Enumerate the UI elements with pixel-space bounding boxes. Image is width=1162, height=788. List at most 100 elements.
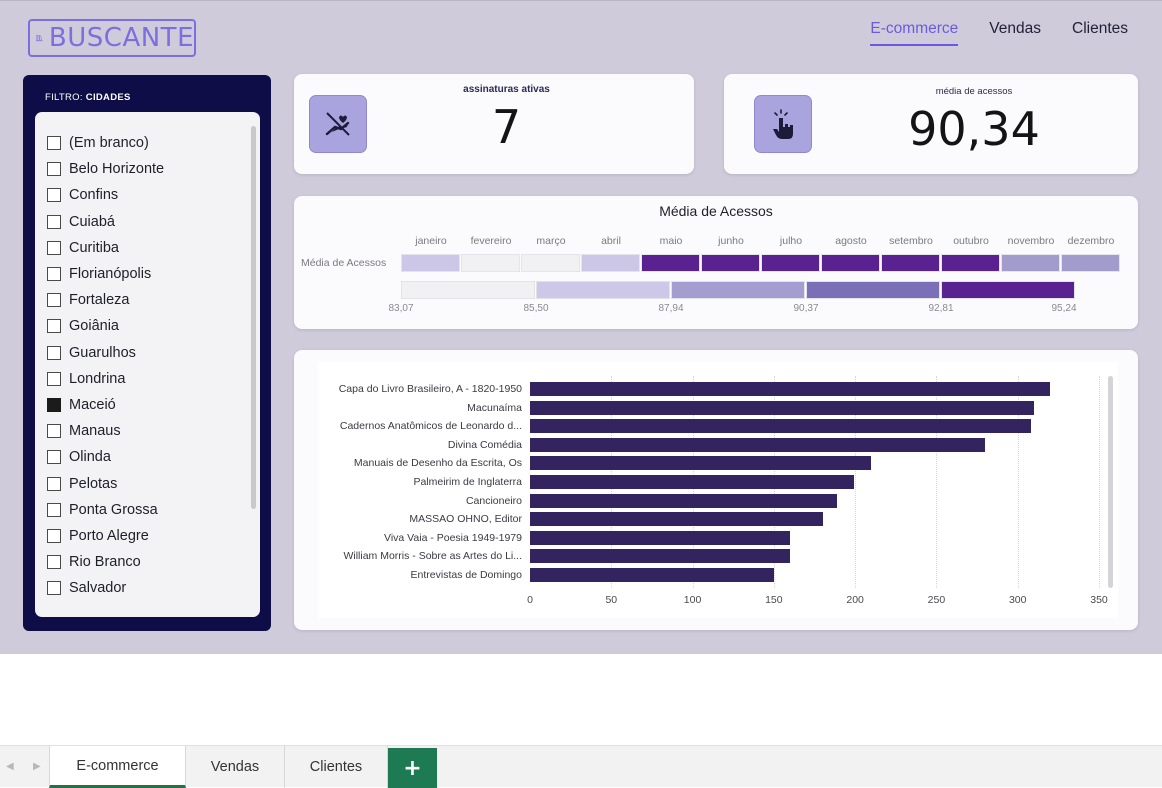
nav-vendas[interactable]: Vendas: [989, 20, 1041, 46]
filter-scrollbar[interactable]: [251, 126, 256, 509]
filter-item[interactable]: Ponta Grossa: [47, 497, 260, 523]
heatmap-month-label: fevereiro: [470, 235, 512, 247]
x-axis-tick-label: 150: [765, 594, 783, 606]
heatmap-month-label: agosto: [835, 235, 867, 247]
heatmap-month-label: janeiro: [415, 235, 447, 247]
nav-clientes[interactable]: Clientes: [1072, 20, 1128, 46]
add-sheet-button[interactable]: +: [388, 748, 437, 788]
heatmap-cell[interactable]: [581, 254, 640, 272]
bar[interactable]: [530, 549, 791, 564]
heatmap-cell[interactable]: [521, 254, 580, 272]
filter-item-label: Belo Horizonte: [69, 161, 165, 178]
filter-checkbox[interactable]: [47, 424, 61, 439]
filter-checkbox[interactable]: [47, 267, 61, 282]
filter-item-label: Manaus: [69, 423, 121, 440]
tab-scroll-right-icon[interactable]: ▶: [33, 761, 41, 772]
filter-item[interactable]: Olinda: [47, 444, 260, 470]
filter-item[interactable]: Londrina: [47, 366, 260, 392]
heatmap-cell[interactable]: [1061, 254, 1120, 272]
bar[interactable]: [530, 493, 838, 508]
filter-item-label: Goiânia: [69, 318, 119, 335]
kpi-accesses-value: 90,34: [908, 102, 1040, 156]
heatmap-cell[interactable]: [401, 254, 460, 272]
heatmap-cell[interactable]: [1001, 254, 1060, 272]
filter-checkbox[interactable]: [47, 293, 61, 308]
heatmap-cell[interactable]: [641, 254, 700, 272]
heatmap-cell[interactable]: [821, 254, 880, 272]
filter-item[interactable]: Pelotas: [47, 470, 260, 496]
heatmap-cell[interactable]: [761, 254, 820, 272]
filter-item[interactable]: Maceió: [47, 392, 260, 418]
filter-checkbox[interactable]: [47, 581, 61, 596]
chart-gridline: [1099, 376, 1100, 588]
filter-item[interactable]: (Em branco): [47, 130, 260, 156]
chart-scrollbar[interactable]: [1108, 376, 1113, 588]
filter-title: FILTRO: CIDADES: [45, 92, 131, 103]
filter-checkbox[interactable]: [47, 319, 61, 334]
heatmap-cell[interactable]: [461, 254, 520, 272]
bar-category-label: Viva Vaia - Poesia 1949-1979: [384, 531, 522, 544]
filter-checkbox[interactable]: [47, 555, 61, 570]
heatmap-month-label: junho: [718, 235, 744, 247]
filter-checkbox[interactable]: [47, 397, 61, 412]
heatmap-legend-tick: 92,81: [928, 303, 954, 314]
nav-ecommerce[interactable]: E-commerce: [870, 20, 959, 46]
bar[interactable]: [530, 400, 1034, 415]
heatmap-month-label: dezembro: [1067, 235, 1115, 247]
filter-item-label: Porto Alegre: [69, 527, 149, 544]
heatmap-legend-tick: 87,94: [658, 303, 684, 314]
filter-item[interactable]: Rio Branco: [47, 549, 260, 575]
filter-checkbox[interactable]: [47, 528, 61, 543]
sheet-tab-clientes[interactable]: Clientes: [285, 746, 388, 788]
heatmap-cell[interactable]: [701, 254, 760, 272]
filter-item[interactable]: Confins: [47, 182, 260, 208]
filter-checkbox[interactable]: [47, 240, 61, 255]
heatmap-legend-tick: 85,50: [523, 303, 549, 314]
bar[interactable]: [530, 382, 1051, 396]
bar-category-label: Divina Comédia: [447, 438, 522, 451]
heatmap-month-label: abril: [601, 235, 621, 247]
filter-item[interactable]: Cuiabá: [47, 209, 260, 235]
kpi-card-accesses: média de acessos 90,34: [724, 74, 1138, 174]
filter-checkbox[interactable]: [47, 450, 61, 465]
filter-item[interactable]: Florianópolis: [47, 261, 260, 287]
filter-checkbox[interactable]: [47, 345, 61, 360]
bar[interactable]: [530, 512, 823, 527]
tab-scroll-left-icon[interactable]: ◀: [6, 761, 14, 772]
bar[interactable]: [530, 437, 986, 452]
filter-item[interactable]: Salvador: [47, 575, 260, 601]
report-canvas: BUSCANTE E-commerce Vendas Clientes FILT…: [0, 0, 1162, 654]
bar[interactable]: [530, 419, 1031, 434]
bar[interactable]: [530, 568, 774, 582]
sheet-tabs-bar: ◀ ▶ E-commerce Vendas Clientes +: [0, 745, 1162, 788]
heatmap-cell[interactable]: [941, 254, 1000, 272]
filter-item[interactable]: Manaus: [47, 418, 260, 444]
filter-item[interactable]: Fortaleza: [47, 287, 260, 313]
heatmap-legend-tick: 95,24: [1051, 303, 1077, 314]
filter-item[interactable]: Porto Alegre: [47, 523, 260, 549]
x-axis-tick-label: 200: [846, 594, 864, 606]
filter-checkbox[interactable]: [47, 502, 61, 517]
bar[interactable]: [530, 456, 872, 471]
heatmap-legend-segment: [941, 281, 1075, 299]
filter-checkbox[interactable]: [47, 371, 61, 386]
filter-item-label: Confins: [69, 187, 119, 204]
bar[interactable]: [530, 530, 791, 545]
bar[interactable]: [530, 475, 854, 489]
filter-checkbox[interactable]: [47, 136, 61, 151]
filter-checkbox[interactable]: [47, 188, 61, 203]
filter-checkbox[interactable]: [47, 476, 61, 491]
sheet-tab-vendas[interactable]: Vendas: [186, 746, 285, 788]
filter-item-label: Fortaleza: [69, 292, 130, 309]
filter-checkbox[interactable]: [47, 214, 61, 229]
filter-item[interactable]: Goiânia: [47, 313, 260, 339]
heatmap-row-label: Média de Acessos: [301, 257, 387, 269]
filter-item[interactable]: Curitiba: [47, 235, 260, 261]
sheet-tab-ecommerce[interactable]: E-commerce: [49, 746, 186, 788]
filter-item[interactable]: Belo Horizonte: [47, 156, 260, 182]
heatmap-cell[interactable]: [881, 254, 940, 272]
filter-item-label: Rio Branco: [69, 554, 141, 571]
filter-item[interactable]: Guarulhos: [47, 340, 260, 366]
bar-category-label: Capa do Livro Brasileiro, A - 1820-1950: [338, 383, 522, 395]
filter-checkbox[interactable]: [47, 162, 61, 177]
